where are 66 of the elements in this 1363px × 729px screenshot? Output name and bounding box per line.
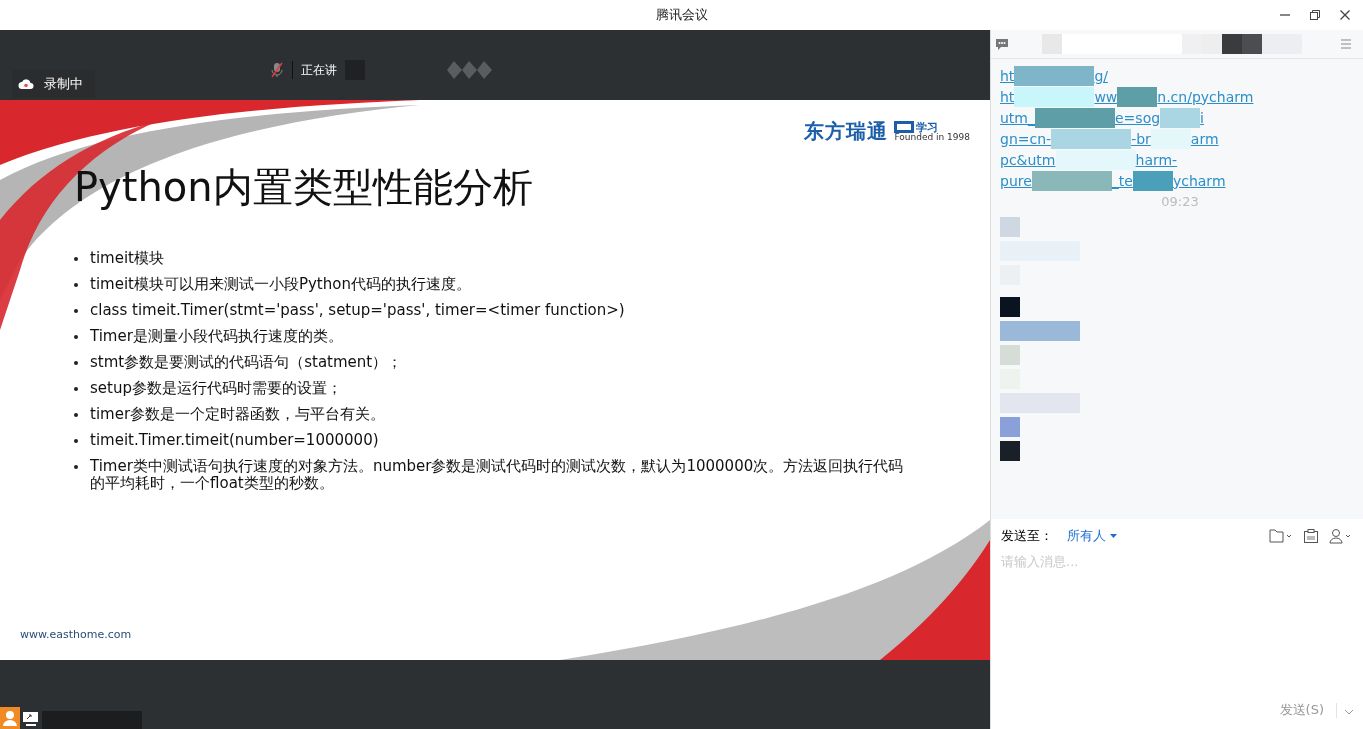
link-text[interactable]: pure bbox=[1000, 172, 1032, 189]
message-timestamp: 09:23 bbox=[1160, 194, 1200, 209]
send-to-label: 发送至： bbox=[1001, 527, 1053, 545]
pixelated-area bbox=[1000, 345, 1020, 365]
link-text[interactable]: ycharm bbox=[1172, 172, 1226, 189]
pixelated-area bbox=[1117, 86, 1158, 107]
pixelated-area bbox=[1160, 107, 1201, 128]
bullet-dot bbox=[74, 335, 78, 339]
restore-icon bbox=[1309, 9, 1321, 21]
link-text[interactable]: ht bbox=[1000, 67, 1015, 84]
bullet-dot bbox=[74, 439, 78, 443]
chat-icon bbox=[995, 38, 1009, 50]
website-url: www.easthome.com bbox=[20, 628, 132, 641]
link-text[interactable]: gn=cn- bbox=[1000, 130, 1052, 147]
link-text[interactable]: _te bbox=[1111, 172, 1133, 189]
bullet-dot bbox=[74, 257, 78, 261]
link-text[interactable]: harm- bbox=[1135, 151, 1178, 168]
link-text[interactable]: arm bbox=[1190, 130, 1219, 147]
link-text[interactable]: ww bbox=[1094, 88, 1118, 105]
link-text[interactable]: ht bbox=[1000, 88, 1015, 105]
link-text[interactable]: -br bbox=[1131, 130, 1151, 147]
bullet-text: timeit.Timer.timeit(number=1000000) bbox=[90, 432, 379, 449]
bullet-text: Timer是测量小段代码执行速度的类。 bbox=[90, 328, 343, 345]
pixelated-area bbox=[1000, 297, 1020, 317]
bullet-dot bbox=[74, 283, 78, 287]
cloud-record-icon bbox=[18, 78, 34, 90]
link-text[interactable]: g/ bbox=[1094, 67, 1108, 84]
clipboard-icon[interactable] bbox=[1303, 528, 1319, 544]
recipient-dropdown[interactable]: 所有人 bbox=[1067, 527, 1117, 545]
link-text[interactable]: utm_ bbox=[1000, 109, 1035, 126]
folder-icon[interactable] bbox=[1269, 528, 1293, 544]
slide-title: Python内置类型性能分析 bbox=[74, 163, 533, 212]
bullet-dot bbox=[74, 387, 78, 391]
caret-icon bbox=[1110, 534, 1117, 538]
bullet-dot bbox=[74, 309, 78, 313]
logo-mark-icon bbox=[894, 121, 915, 133]
recording-status: 录制中 bbox=[44, 75, 83, 93]
bullet-text: class timeit.Timer(stmt='pass', setup='pass', timer=<timer function>) bbox=[90, 302, 625, 319]
bullet-dot bbox=[74, 361, 78, 365]
logo-wordmark: 东方瑞通 bbox=[804, 118, 889, 145]
link-text[interactable]: e=sog bbox=[1115, 109, 1161, 126]
chevron-down-icon bbox=[1345, 709, 1353, 715]
send-button[interactable]: 发送(S) bbox=[1275, 699, 1328, 721]
person-icon[interactable] bbox=[1329, 528, 1353, 544]
link-text[interactable]: pc&utm bbox=[1000, 151, 1056, 168]
bullet-text: timeit模块 bbox=[90, 250, 164, 267]
send-options-button[interactable] bbox=[1336, 702, 1353, 718]
pixelated-area bbox=[1000, 417, 1020, 437]
speaker-status: 正在讲 bbox=[301, 61, 337, 79]
link-text[interactable]: n.cn/pycharm bbox=[1157, 88, 1254, 105]
video-tiles-icon bbox=[447, 60, 492, 80]
link-text[interactable]: i bbox=[1200, 109, 1204, 126]
bullet-text: Timer类中测试语句执行速度的对象方法。number参数是测试代码时的测试次数，默认为1000000次。方法返回执行代码的平均耗时，一个float类型的秒数。 bbox=[90, 458, 905, 492]
logo-badge-text: 学习 bbox=[916, 121, 939, 133]
bullet-dot bbox=[74, 465, 78, 469]
bullet-dot bbox=[74, 413, 78, 417]
pixelated-area bbox=[1150, 128, 1191, 149]
logo-tagline: Founded in 1998 bbox=[894, 133, 970, 142]
pixelated-area bbox=[1000, 441, 1020, 461]
bullet-text: stmt参数是要测试的代码语句（statment）； bbox=[90, 354, 403, 371]
pixelated-area bbox=[1000, 217, 1020, 237]
close-icon bbox=[1339, 9, 1351, 21]
window-title: 腾讯会议 bbox=[655, 6, 708, 24]
bullet-text: timer参数是一个定时器函数，与平台有关。 bbox=[90, 406, 386, 423]
bullet-text: timeit模块可以用来测试一小段Python代码的执行速度。 bbox=[90, 276, 471, 293]
bullet-text: setup参数是运行代码时需要的设置； bbox=[90, 380, 342, 397]
